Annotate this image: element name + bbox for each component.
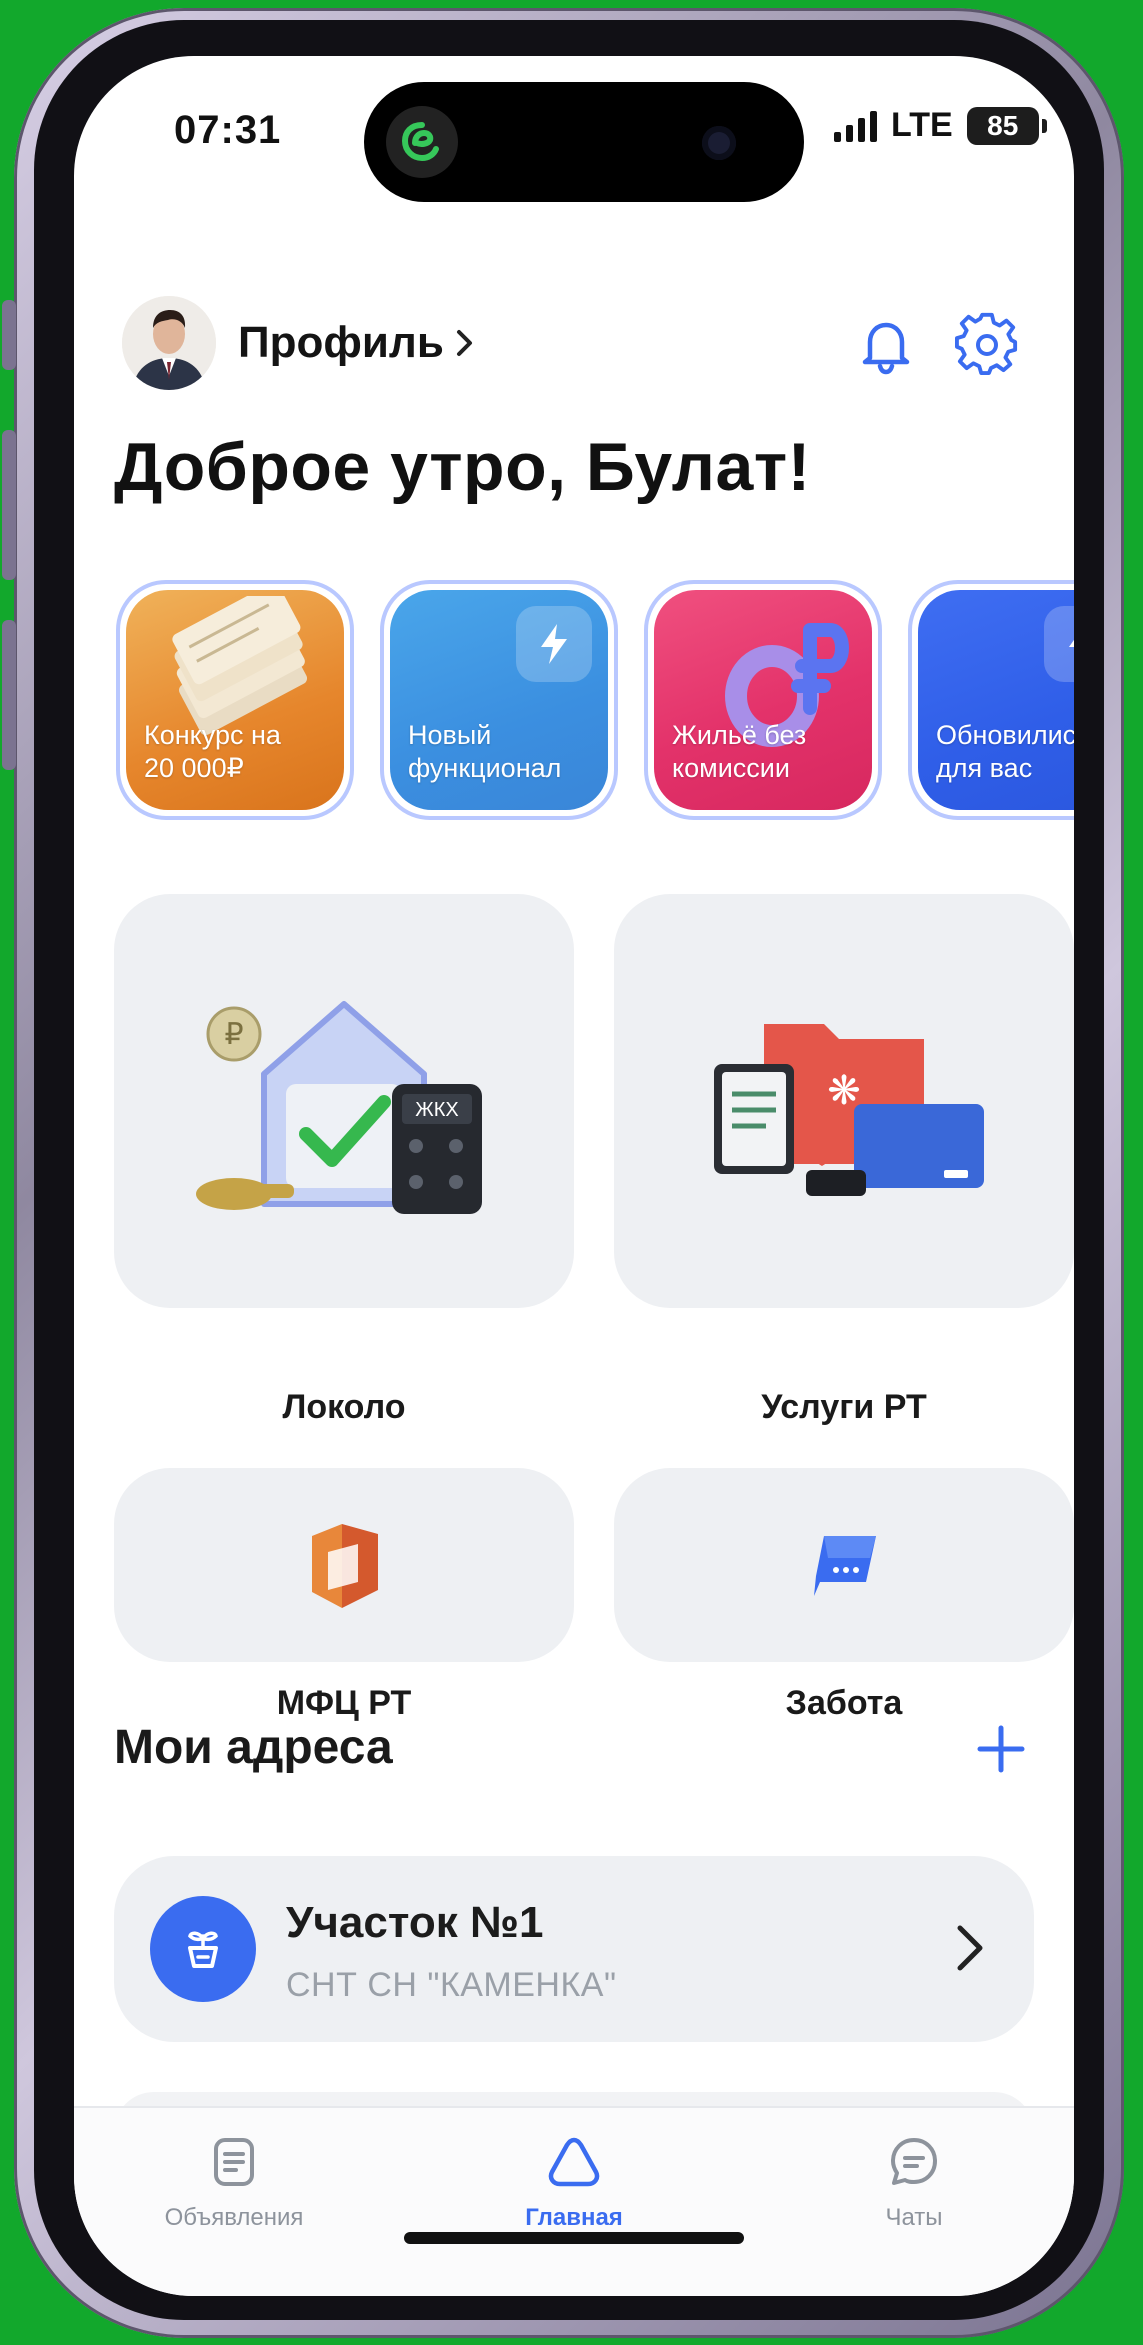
avatar[interactable] bbox=[122, 296, 216, 390]
service-label: Забота bbox=[785, 1684, 903, 1722]
service-label: Услуги РТ bbox=[761, 1388, 927, 1426]
service-tile-lokolo[interactable]: ₽ ЖКХ bbox=[114, 894, 574, 1308]
battery-icon: 85 bbox=[966, 106, 1047, 145]
money-stack-icon bbox=[172, 596, 308, 736]
service-tile-zabota[interactable] bbox=[614, 1468, 1074, 1662]
battery-level: 85 bbox=[987, 109, 1019, 141]
plus-icon[interactable] bbox=[974, 1722, 1028, 1776]
nav-label: Объявления bbox=[164, 2204, 304, 2231]
bell-icon[interactable] bbox=[854, 314, 918, 378]
document-icon bbox=[214, 2138, 254, 2186]
nav-label: Чаты bbox=[885, 2204, 943, 2231]
service-label: МФЦ РТ bbox=[276, 1684, 412, 1722]
dynamic-island bbox=[364, 82, 804, 202]
lightning-icon bbox=[1044, 606, 1074, 682]
gear-icon[interactable] bbox=[954, 312, 1020, 378]
story-label-line: Конкурс на bbox=[144, 720, 281, 751]
addresses-title: Мои адреса bbox=[114, 1721, 393, 1774]
signal-icon bbox=[834, 110, 877, 142]
address-subtitle: СНТ СН "КАМЕНКА" bbox=[286, 1966, 617, 2004]
home-indicator[interactable] bbox=[404, 2232, 744, 2244]
svg-text:ЖКХ: ЖКХ bbox=[415, 1099, 458, 1121]
story-label-line: Новый bbox=[408, 720, 492, 751]
status-time: 07:31 bbox=[174, 108, 282, 152]
profile-label: Профиль bbox=[238, 318, 444, 367]
stories-carousel[interactable]: Конкурс на 20 000₽ Новый функционал Жильё … bbox=[116, 580, 1074, 830]
story-new-features[interactable]: Новый функционал bbox=[380, 580, 618, 820]
story-label-line: для вас bbox=[936, 752, 1033, 783]
greeting-title: Доброе утро, Булат! bbox=[114, 429, 811, 505]
address-title: Участок №1 bbox=[286, 1898, 544, 1947]
chat-bubble-icon bbox=[814, 1536, 876, 1596]
nav-item-home[interactable]: Главная bbox=[464, 2134, 684, 2232]
app-logo-icon bbox=[386, 106, 458, 178]
service-tile-mfc[interactable] bbox=[114, 1468, 574, 1662]
mute-switch bbox=[2, 300, 16, 370]
house-check-icon: ₽ ЖКХ bbox=[196, 1001, 482, 1214]
volume-up-button bbox=[2, 430, 16, 580]
network-type: LTE bbox=[891, 106, 953, 144]
story-updates[interactable]: Обновилисьдля вас bbox=[908, 580, 1074, 820]
chevron-right-icon bbox=[456, 330, 472, 356]
nav-label: Главная bbox=[525, 2204, 623, 2231]
story-contest[interactable]: Конкурс на 20 000₽ bbox=[116, 580, 354, 820]
nav-item-chats[interactable]: Чаты bbox=[804, 2134, 1024, 2232]
address-card[interactable]: Участок №1 СНТ СН "КАМЕНКА" bbox=[114, 1856, 1034, 2042]
chat-icon bbox=[891, 2138, 937, 2185]
bottom-nav: Объявления Главная Чаты bbox=[74, 2106, 1074, 2296]
lightning-icon bbox=[516, 606, 592, 682]
app-screen: 07:31 LTE 85 Профиль Доброе утро, Булат!… bbox=[74, 56, 1074, 2296]
status-indicators: LTE 85 bbox=[834, 106, 1047, 145]
chevron-right-icon bbox=[957, 1925, 983, 1971]
mfc-logo-icon bbox=[312, 1524, 378, 1608]
volume-down-button bbox=[2, 620, 16, 770]
svg-text:₽: ₽ bbox=[224, 1018, 243, 1051]
profile-link[interactable]: Профиль bbox=[238, 318, 476, 368]
documents-folder-icon: ❋ bbox=[714, 1024, 984, 1196]
nav-item-ads[interactable]: Объявления bbox=[124, 2134, 344, 2232]
front-camera bbox=[702, 126, 736, 160]
story-no-commission[interactable]: Жильё без комиссии bbox=[644, 580, 882, 820]
story-label-line: 20 000₽ bbox=[144, 752, 244, 783]
story-label-line: функционал bbox=[408, 752, 562, 783]
plant-icon bbox=[150, 1896, 256, 2002]
story-label-line: Жильё без bbox=[672, 720, 807, 751]
service-tile-uslugi-rt[interactable]: ❋ bbox=[614, 894, 1074, 1308]
story-label-line: Обновились bbox=[936, 720, 1074, 751]
story-label-line: комиссии bbox=[672, 752, 790, 783]
home-triangle-icon bbox=[548, 2137, 600, 2187]
service-label: Локоло bbox=[282, 1388, 406, 1426]
